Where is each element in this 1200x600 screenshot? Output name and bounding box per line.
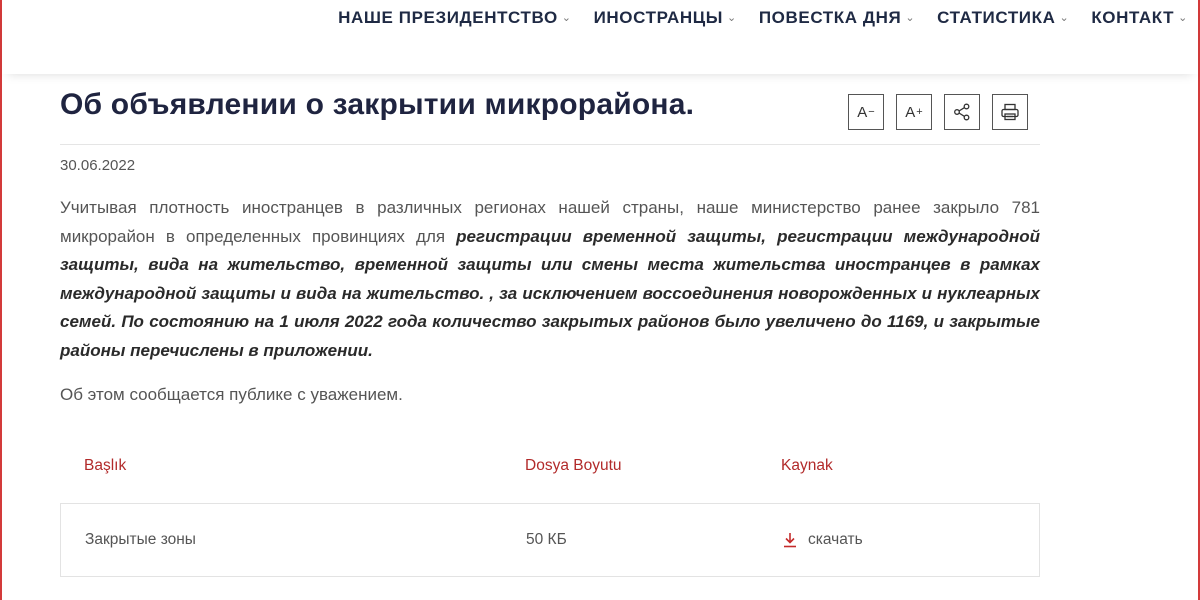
header-title: Başlık bbox=[84, 457, 127, 474]
print-button[interactable] bbox=[992, 94, 1028, 130]
nav-item-foreigners[interactable]: ИНОСТРАНЦЫ ⌄ bbox=[594, 8, 737, 28]
file-size: 50 КБ bbox=[526, 531, 567, 548]
printer-icon bbox=[1001, 103, 1019, 121]
title-divider bbox=[60, 144, 1040, 145]
nav-item-label: ПОВЕСТКА ДНЯ bbox=[758, 8, 902, 27]
chevron-down-icon: ⌄ bbox=[561, 11, 572, 24]
font-size-letter: A bbox=[905, 103, 916, 121]
share-button[interactable] bbox=[944, 94, 980, 130]
title-row: Об объявлении о закрытии микрорайона. A −… bbox=[60, 88, 1040, 130]
share-icon bbox=[954, 103, 970, 121]
plus-mark: + bbox=[916, 106, 923, 118]
increase-font-button[interactable]: A + bbox=[896, 94, 932, 130]
publish-date: 30.06.2022 bbox=[60, 157, 136, 174]
download-icon bbox=[782, 532, 798, 548]
nav-item-contact[interactable]: КОНТАКТ ⌄ bbox=[1091, 8, 1188, 28]
article-closing: Об этом сообщается публике с уважением. bbox=[60, 385, 403, 404]
attachments-table: Başlık Dosya Boyutu Kaynak Закрытые зоны… bbox=[60, 451, 1040, 577]
top-navigation: НАШЕ ПРЕЗИДЕНТСТВО ⌄ ИНОСТРАНЦЫ ⌄ ПОВЕСТ… bbox=[2, 0, 1198, 74]
decrease-font-button[interactable]: A − bbox=[848, 94, 884, 130]
table-header: Başlık Dosya Boyutu Kaynak bbox=[60, 451, 1040, 481]
article-content: Об объявлении о закрытии микрорайона. A −… bbox=[60, 88, 1040, 577]
paragraph-emphasis: регистрации временной защиты, регистраци… bbox=[60, 226, 1040, 360]
nav-item-statistics[interactable]: СТАТИСТИКА ⌄ bbox=[937, 8, 1069, 28]
nav-item-label: КОНТАКТ bbox=[1091, 8, 1175, 27]
article-tools: A − A + bbox=[848, 94, 1028, 130]
nav-item-agenda[interactable]: ПОВЕСТКА ДНЯ ⌄ bbox=[759, 8, 915, 28]
nav-item-label: ИНОСТРАНЦЫ bbox=[593, 8, 724, 27]
chevron-down-icon: ⌄ bbox=[727, 11, 737, 24]
download-label: скачать bbox=[808, 531, 863, 548]
table-row: Закрытые зоны 50 КБ скачать bbox=[60, 503, 1040, 577]
nav-item-presidency[interactable]: НАШЕ ПРЕЗИДЕНТСТВО ⌄ bbox=[338, 8, 572, 28]
font-size-letter: A bbox=[857, 103, 868, 121]
page-title: Об объявлении о закрытии микрорайона. bbox=[60, 88, 695, 121]
nav-item-label: СТАТИСТИКА bbox=[937, 8, 1056, 27]
article-paragraph: Учитывая плотность иностранцев в различн… bbox=[60, 194, 1040, 365]
nav-item-label: НАШЕ ПРЕЗИДЕНТСТВО bbox=[338, 8, 558, 27]
file-title: Закрытые зоны bbox=[85, 531, 196, 548]
header-source: Kaynak bbox=[781, 457, 833, 474]
minus-mark: − bbox=[868, 106, 875, 118]
chevron-down-icon: ⌄ bbox=[905, 11, 916, 24]
main-menu: НАШЕ ПРЕЗИДЕНТСТВО ⌄ ИНОСТРАНЦЫ ⌄ ПОВЕСТ… bbox=[338, 8, 1188, 28]
download-link[interactable]: скачать bbox=[782, 531, 1039, 549]
chevron-down-icon: ⌄ bbox=[1059, 11, 1070, 24]
header-size: Dosya Boyutu bbox=[525, 457, 622, 474]
chevron-down-icon: ⌄ bbox=[1178, 11, 1188, 24]
